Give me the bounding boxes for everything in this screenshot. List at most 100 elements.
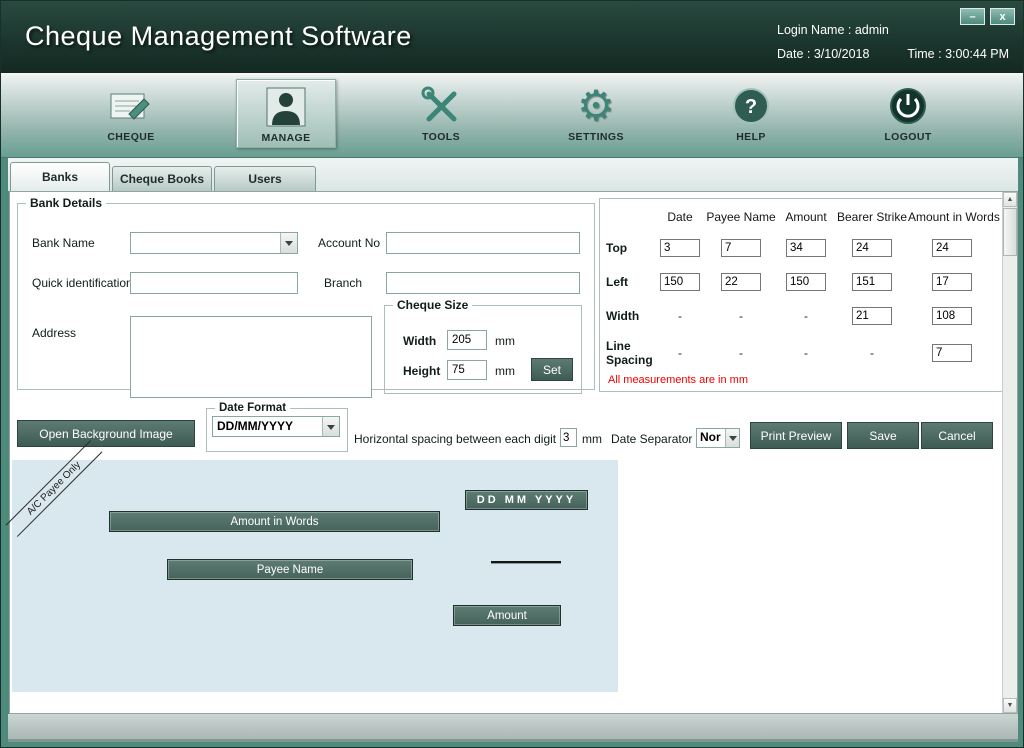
horizontal-spacing-input[interactable] [560,428,577,447]
tools-icon [419,83,463,129]
cancel-button[interactable]: Cancel [921,422,993,449]
width-words-input[interactable] [932,307,972,325]
toolbar-manage-label: MANAGE [261,132,310,144]
cheque-size-legend: Cheque Size [393,298,472,312]
row-label-top: Top [606,231,654,265]
width-amount-dash: - [776,299,836,333]
bank-name-select[interactable] [130,232,298,254]
col-header-amount-in-words: Amount in Words [908,205,996,231]
height-input[interactable] [447,360,487,380]
col-header-amount: Amount [776,205,836,231]
ac-payee-crossing: A/C Payee Only [6,440,103,537]
toolbar-logout[interactable]: LOGOUT [858,83,958,143]
tab-strip: Banks Cheque Books Users [8,158,1018,191]
print-preview-button[interactable]: Print Preview [750,422,842,449]
branch-input[interactable] [386,272,580,294]
top-bearer-input[interactable] [852,239,892,257]
top-date-input[interactable] [660,239,700,257]
toolbar-manage[interactable]: MANAGE [236,79,336,148]
top-payee-input[interactable] [721,239,761,257]
toolbar-cheque-label: CHEQUE [107,131,154,143]
date-format-legend: Date Format [215,402,290,414]
col-header-bearer-strike: Bearer Strike [836,205,908,231]
login-info: Login Name : admin [777,23,1009,37]
linespacing-amount-dash: - [776,333,836,373]
session-info: Login Name : admin Date : 3/10/2018 Time… [777,23,1009,61]
bank-details-group: Bank Details Bank Name Account No Quick … [17,196,595,390]
bearer-strike-line[interactable] [491,561,561,564]
horizontal-spacing-label: Horizontal spacing between each digit [354,432,556,446]
toolbar-logout-label: LOGOUT [884,131,931,143]
tab-banks[interactable]: Banks [10,162,110,191]
app-title: Cheque Management Software [25,21,412,52]
width-bearer-input[interactable] [852,307,892,325]
branch-label: Branch [324,276,362,290]
gear-glyph: ⚙ [577,85,615,127]
manage-icon [266,84,306,130]
amount-box[interactable]: Amount [453,605,561,626]
date-placeholder-box[interactable]: DD MM YYYY [465,490,588,510]
linespacing-bearer-dash: - [836,333,908,373]
tab-cheque-books[interactable]: Cheque Books [112,166,212,191]
date-format-value: DD/MM/YYYY [213,417,322,436]
quick-identification-label: Quick identification [32,276,133,290]
left-amount-input[interactable] [786,273,826,291]
date-separator-value: Nor [697,429,725,447]
col-header-date: Date [654,205,706,231]
linespacing-words-input[interactable] [932,344,972,362]
left-date-input[interactable] [660,273,700,291]
cheque-preview-area: A/C Payee Only DD MM YYYY Amount in Word… [12,460,618,692]
row-label-left: Left [606,265,654,299]
bank-details-legend: Bank Details [26,196,106,210]
datetime-info: Date : 3/10/2018 Time : 3:00:44 PM [777,47,1009,61]
tab-users[interactable]: Users [214,166,316,191]
width-payee-dash: - [706,299,776,333]
height-unit: mm [495,364,515,378]
left-bearer-input[interactable] [852,273,892,291]
left-payee-input[interactable] [721,273,761,291]
open-background-image-button[interactable]: Open Background Image [17,420,195,447]
date-label: Date : [777,47,810,61]
height-label: Height [403,364,440,378]
payee-name-box[interactable]: Payee Name [167,559,413,580]
amount-in-words-box[interactable]: Amount in Words [109,511,440,532]
set-button[interactable]: Set [531,358,573,381]
scroll-up-button[interactable]: ▲ [1003,192,1017,207]
toolbar-settings[interactable]: ⚙ SETTINGS [546,83,646,143]
chevron-down-icon [322,417,339,436]
linespacing-payee-dash: - [706,333,776,373]
time-label: Time : [907,47,941,61]
width-input[interactable] [447,330,487,350]
date-separator-select[interactable]: Nor [696,428,740,448]
toolbar-help-label: HELP [736,131,766,143]
save-button[interactable]: Save [847,422,919,449]
help-icon: ? [731,83,771,129]
col-header-payee-name: Payee Name [706,205,776,231]
settings-icon: ⚙ [577,83,615,129]
bank-name-value [131,233,280,253]
width-label: Width [403,334,436,348]
time-text: Time : 3:00:44 PM [907,47,1009,61]
logout-icon [888,83,928,129]
date-format-select[interactable]: DD/MM/YYYY [212,416,340,437]
toolbar-cheque[interactable]: CHEQUE [81,83,181,143]
chevron-down-icon [725,429,739,447]
toolbar-help[interactable]: ? HELP [701,83,801,143]
top-words-input[interactable] [932,239,972,257]
top-amount-input[interactable] [786,239,826,257]
title-bar: Cheque Management Software – x Login Nam… [1,1,1024,73]
width-date-dash: - [654,299,706,333]
scrollbar-thumb[interactable] [1003,208,1017,256]
left-words-input[interactable] [932,273,972,291]
address-label: Address [32,326,76,340]
vertical-scrollbar[interactable]: ▲ ▼ [1002,192,1017,713]
quick-identification-input[interactable] [130,272,298,294]
scroll-down-button[interactable]: ▼ [1003,698,1017,713]
account-no-input[interactable] [386,232,580,254]
toolbar-settings-label: SETTINGS [568,131,624,143]
toolbar-tools[interactable]: TOOLS [391,83,491,143]
main-toolbar: CHEQUE MANAGE [1,73,1024,158]
address-textarea[interactable] [130,316,372,398]
linespacing-date-dash: - [654,333,706,373]
date-separator-label: Date Separator [611,432,692,446]
